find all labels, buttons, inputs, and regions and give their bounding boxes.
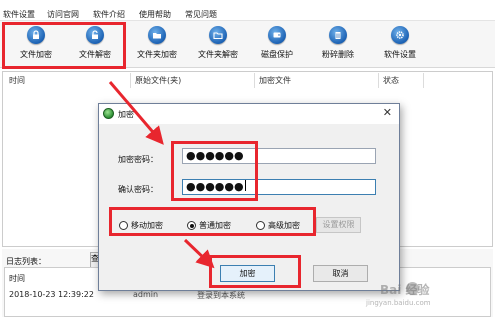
cancel-button[interactable]: 取消	[313, 265, 368, 282]
column-header-encrypted[interactable]: 加密文件	[259, 75, 291, 86]
log-row-user: admin	[133, 290, 159, 299]
set-permissions-button[interactable]: 设置权限	[316, 217, 361, 233]
disk-protect-button[interactable]: 磁盘保护	[248, 25, 306, 67]
folder-decrypt-button[interactable]: 文件夹解密	[189, 25, 247, 67]
watermark: Bai 经验 jingyan.baidu.com	[366, 279, 492, 313]
password-label: 加密密码：	[118, 155, 158, 164]
shred-delete-button[interactable]: 粉碎删除	[309, 25, 367, 67]
folder-lock-icon	[148, 26, 166, 44]
toolbar-label: 磁盘保护	[261, 50, 293, 59]
confirm-password-label: 确认密码：	[118, 185, 158, 194]
log-row-message: 登录到本系统	[197, 291, 245, 300]
column-separator	[423, 73, 424, 88]
highlight-box-encrypt-button	[209, 255, 301, 288]
menu-about[interactable]: 软件介绍	[93, 9, 125, 20]
column-header-status[interactable]: 状态	[383, 75, 399, 86]
close-icon[interactable]: ✕	[383, 107, 392, 119]
column-separator	[130, 73, 131, 88]
log-row-time: 2018-10-23 12:39:22	[9, 290, 94, 299]
watermark-url: jingyan.baidu.com	[366, 299, 431, 307]
column-header-time[interactable]: 时间	[9, 75, 25, 86]
log-list-label: 日志列表：	[6, 257, 46, 266]
highlight-box-passwords	[171, 141, 258, 201]
menu-faq[interactable]: 常见问题	[185, 9, 217, 20]
menu-software-settings[interactable]: 软件设置	[3, 9, 35, 20]
gear-icon	[391, 26, 409, 44]
menu-bar: 软件设置 访问官网 软件介绍 使用帮助 常见问题	[0, 0, 495, 21]
folder-encrypt-button[interactable]: 文件夹加密	[128, 25, 186, 67]
menu-help[interactable]: 使用帮助	[139, 9, 171, 20]
log-column-header-time: 时间	[9, 274, 25, 283]
toolbar-label: 文件夹加密	[137, 50, 177, 59]
highlight-box-modes	[109, 207, 316, 236]
software-settings-button[interactable]: 软件设置	[371, 25, 429, 67]
dialog-title: 加密	[118, 110, 134, 119]
disk-icon	[268, 26, 286, 44]
folder-unlock-icon	[209, 26, 227, 44]
column-header-source[interactable]: 原始文件(夹)	[135, 75, 181, 86]
menu-official-site[interactable]: 访问官网	[47, 9, 79, 20]
dialog-titlebar[interactable]: 加密 ✕	[99, 104, 399, 124]
watermark-title: Bai 经验	[380, 283, 430, 297]
highlight-box-toolbar	[2, 22, 126, 69]
column-separator	[254, 73, 255, 88]
shred-icon	[329, 26, 347, 44]
app-logo-icon	[103, 108, 114, 119]
toolbar-label: 粉碎删除	[322, 50, 354, 59]
toolbar-label: 软件设置	[384, 50, 416, 59]
toolbar-label: 文件夹解密	[198, 50, 238, 59]
column-separator	[378, 73, 379, 88]
